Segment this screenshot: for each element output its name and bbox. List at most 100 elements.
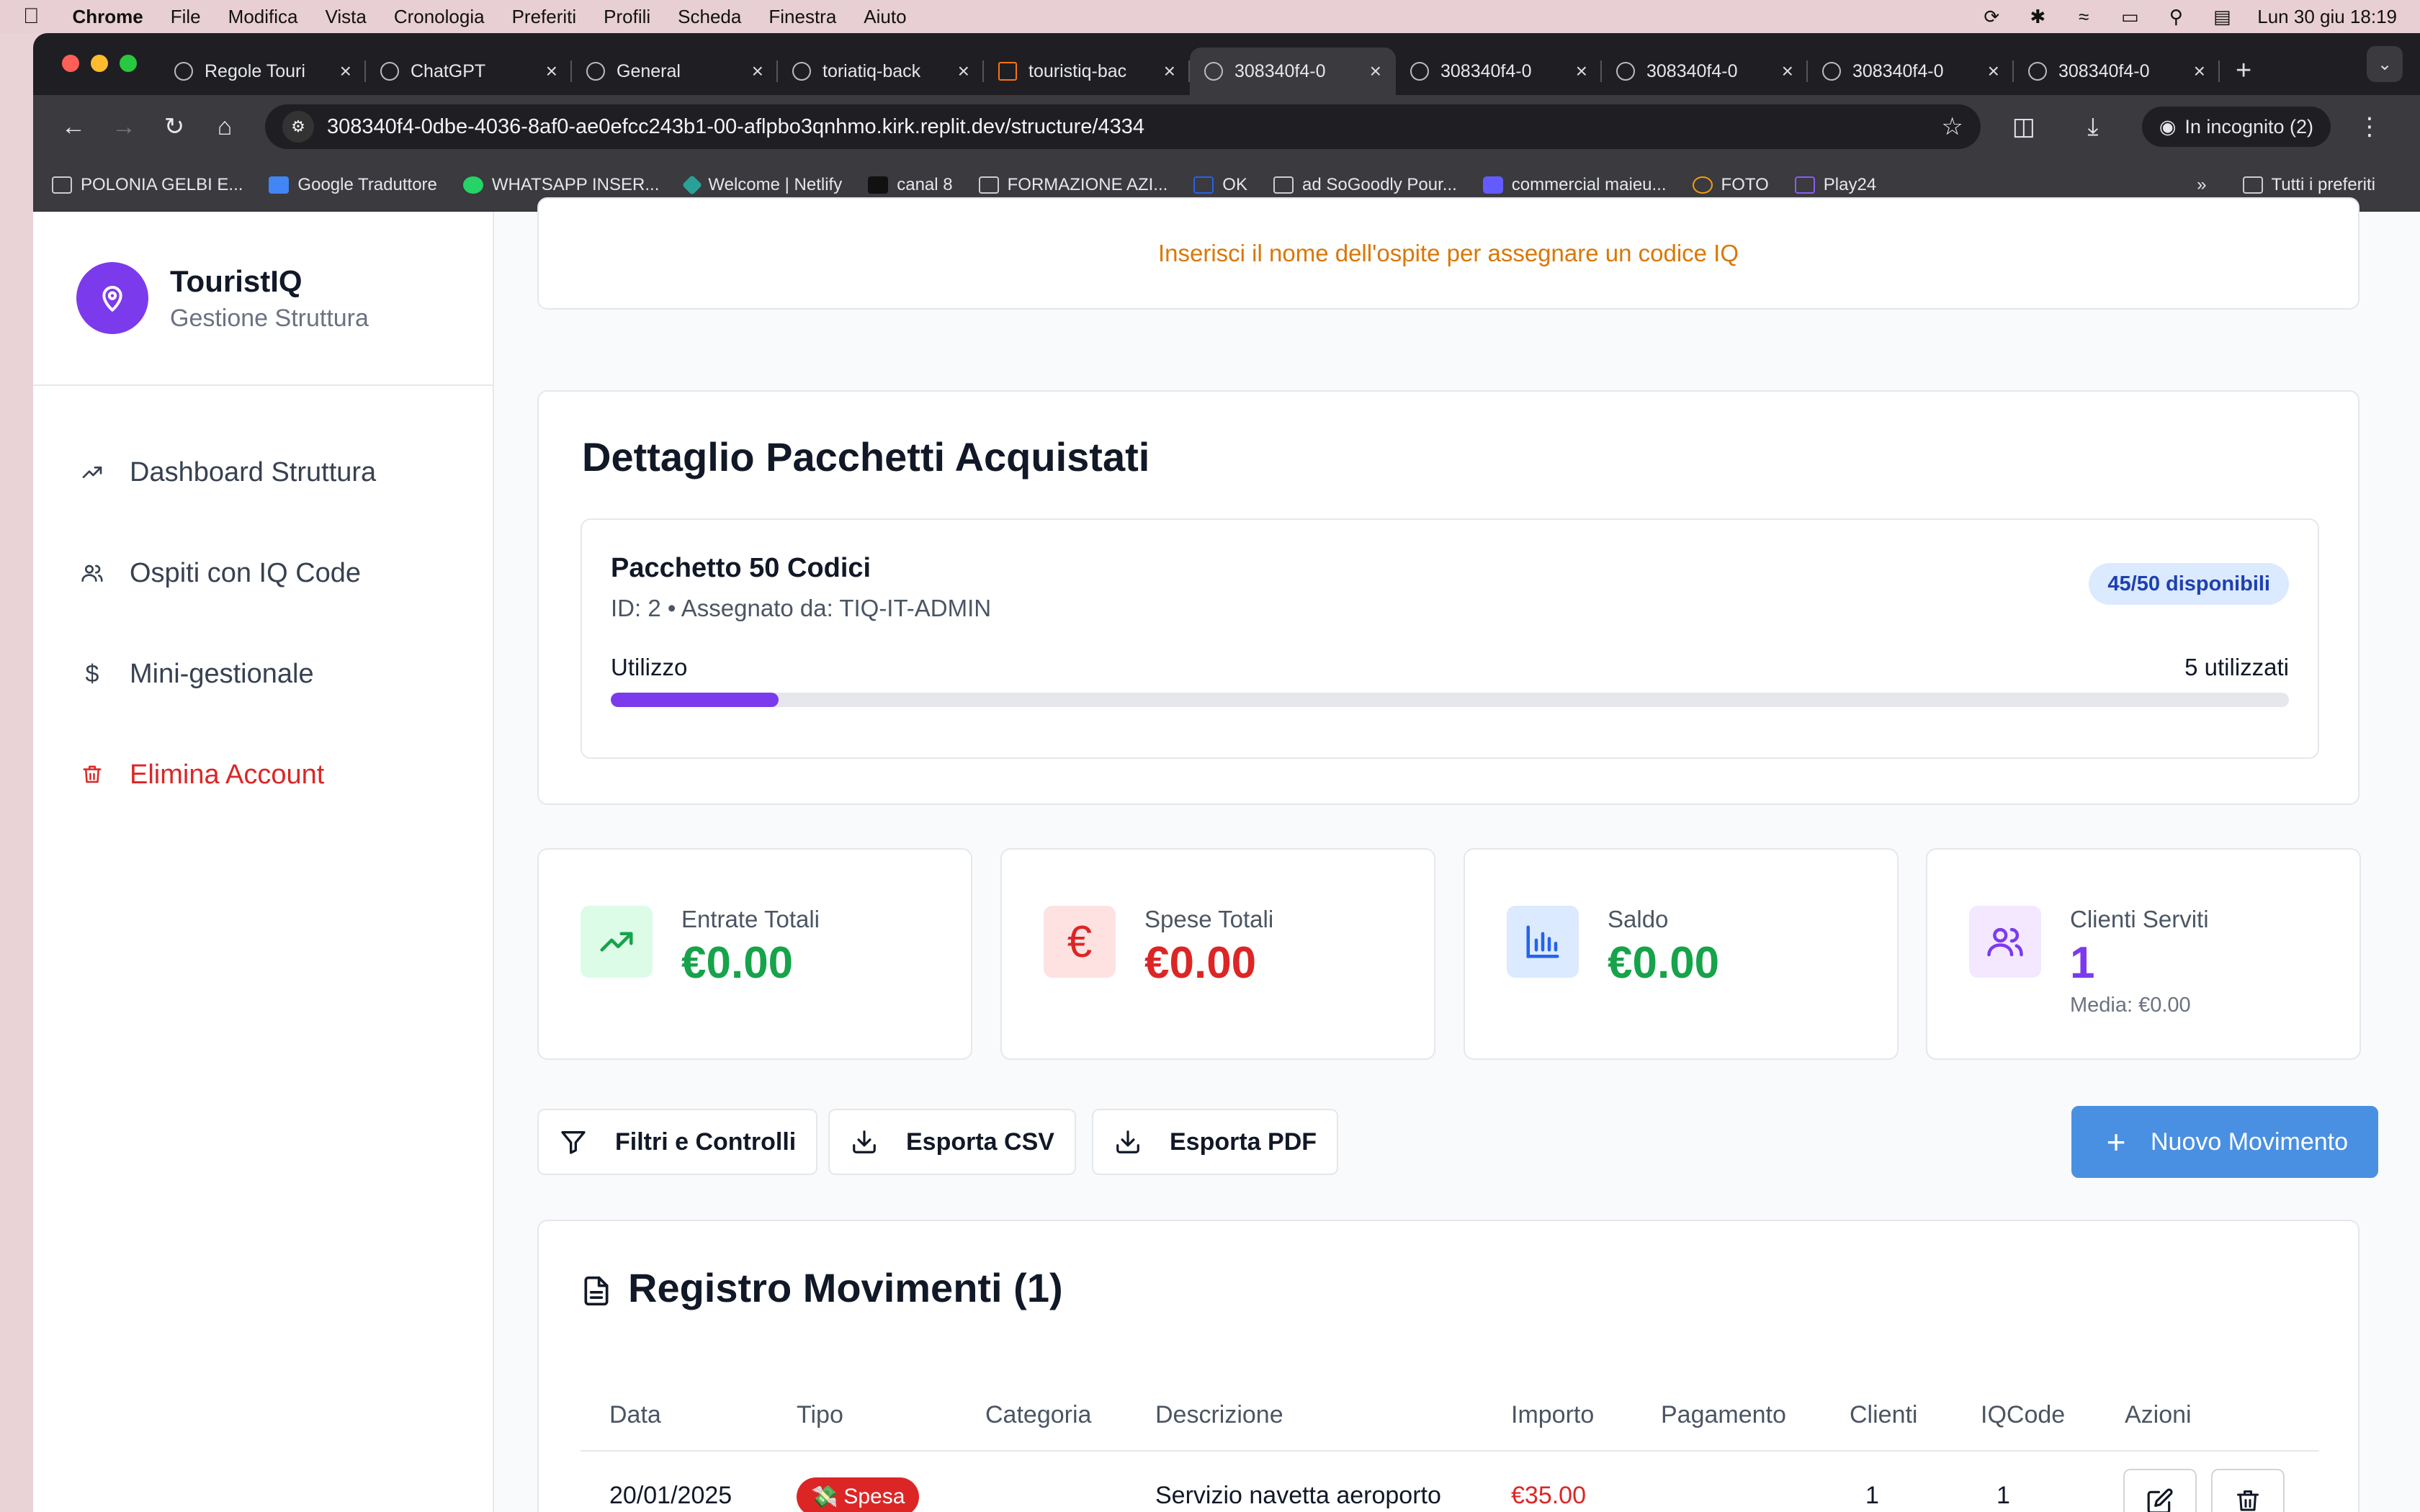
zoom-window-button[interactable]: [120, 55, 137, 72]
tab-close-icon[interactable]: ×: [1782, 60, 1793, 83]
menu-scheda[interactable]: Scheda: [678, 6, 741, 28]
browser-tab[interactable]: toriatiq-back ×: [778, 48, 984, 95]
control-center-icon[interactable]: ▤: [2211, 6, 2233, 27]
menu-app-name[interactable]: Chrome: [73, 6, 143, 28]
bookmark-item[interactable]: POLONIA GELBI E...: [52, 175, 243, 195]
export-csv-button[interactable]: Esporta CSV: [828, 1109, 1076, 1175]
browser-tab[interactable]: 308340f4-0 ×: [1602, 48, 1808, 95]
browser-tab[interactable]: General ×: [572, 48, 778, 95]
menu-preferiti[interactable]: Preferiti: [512, 6, 577, 28]
bookmark-item[interactable]: OK: [1193, 175, 1247, 195]
bookmark-item[interactable]: ad SoGoodly Pour...: [1273, 175, 1457, 195]
tab-close-icon[interactable]: ×: [1988, 60, 1999, 83]
clock[interactable]: Lun 30 giu 18:19: [2257, 6, 2397, 28]
site-settings-icon[interactable]: ⚙: [282, 111, 314, 143]
back-arrow-icon[interactable]: ←: [53, 107, 94, 147]
reload-icon[interactable]: ↻: [154, 107, 194, 147]
delete-button[interactable]: [2211, 1469, 2285, 1512]
browser-tab[interactable]: ChatGPT ×: [366, 48, 572, 95]
column-header[interactable]: Data: [609, 1401, 661, 1429]
bookmark-item[interactable]: FORMAZIONE AZI...: [978, 175, 1168, 195]
apple-icon[interactable]: : [23, 4, 40, 29]
browser-tab[interactable]: 308340f4-0 ×: [1396, 48, 1602, 95]
bookmark-label: Tutti i preferiti: [2271, 174, 2375, 194]
browser-tab[interactable]: 308340f4-0 ×: [2014, 48, 2220, 95]
browser-tab[interactable]: 308340f4-0 ×: [1808, 48, 2014, 95]
bookmark-item[interactable]: Play24: [1794, 175, 1876, 195]
more-bookmarks-chevron-icon[interactable]: »: [2197, 175, 2206, 195]
tab-close-icon[interactable]: ×: [958, 60, 969, 83]
menu-vista[interactable]: Vista: [325, 6, 366, 28]
tab-close-icon[interactable]: ×: [546, 60, 557, 83]
sync-icon[interactable]: ⟳: [1981, 6, 2002, 27]
column-header[interactable]: Pagamento: [1661, 1401, 1786, 1429]
bookmark-item[interactable]: Welcome | Netlify: [682, 174, 842, 195]
new-movement-button[interactable]: + Nuovo Movimento: [2071, 1106, 2379, 1178]
table-row[interactable]: 20/01/2025 💸 Spesa Servizio navetta aero…: [581, 1453, 2319, 1512]
incognito-profile-button[interactable]: ◉ In incognito (2): [2141, 107, 2331, 147]
menu-file[interactable]: File: [171, 6, 201, 28]
google-translate-icon: [269, 176, 290, 194]
sidebar-item-mini-gestionale[interactable]: $ Mini-gestionale: [33, 624, 493, 724]
tab-search-chevron-icon[interactable]: ⌄: [2367, 46, 2403, 82]
tab-favicon-icon: [1204, 62, 1223, 81]
search-icon[interactable]: ⚲: [2165, 6, 2187, 27]
bookmark-item[interactable]: FOTO: [1692, 175, 1769, 195]
filters-button[interactable]: Filtri e Controlli: [537, 1109, 818, 1175]
extensions-icon[interactable]: ◫: [2004, 107, 2044, 147]
menu-finestra[interactable]: Finestra: [768, 6, 836, 28]
browser-tab[interactable]: Regole Touri ×: [160, 48, 366, 95]
menu-cronologia[interactable]: Cronologia: [394, 6, 485, 28]
tab-label: General: [617, 60, 681, 81]
bluetooth-icon[interactable]: ✱: [2027, 6, 2048, 27]
bookmark-item[interactable]: Google Traduttore: [269, 175, 437, 195]
column-header[interactable]: IQCode: [1981, 1401, 2065, 1429]
bookmark-item[interactable]: WHATSAPP INSER...: [462, 175, 659, 195]
cell-iqcode: 1: [1996, 1482, 2010, 1509]
battery-icon[interactable]: ▭: [2119, 6, 2141, 27]
browser-tab[interactable]: touristiq-bac ×: [984, 48, 1190, 95]
tab-close-icon[interactable]: ×: [752, 60, 763, 83]
bookmark-label: canal 8: [897, 174, 953, 194]
tab-close-icon[interactable]: ×: [340, 60, 351, 83]
euro-icon: €: [1044, 906, 1116, 978]
export-pdf-button[interactable]: Esporta PDF: [1092, 1109, 1339, 1175]
edit-button[interactable]: [2123, 1469, 2197, 1512]
sidebar-item-elimina-account[interactable]: Elimina Account: [33, 724, 493, 825]
column-header[interactable]: Descrizione: [1155, 1401, 1283, 1429]
more-menu-icon[interactable]: ⋮: [2349, 107, 2390, 147]
new-tab-icon[interactable]: +: [2236, 55, 2251, 86]
browser-tab-active[interactable]: 308340f4-0 ×: [1190, 48, 1396, 95]
forward-arrow-icon[interactable]: →: [104, 107, 144, 147]
bookmark-item[interactable]: commercial maieu...: [1482, 175, 1667, 195]
menu-aiuto[interactable]: Aiuto: [864, 6, 906, 28]
bar-chart-icon: [1507, 906, 1579, 978]
home-icon[interactable]: ⌂: [205, 107, 245, 147]
wifi-icon[interactable]: ≈: [2073, 6, 2094, 27]
column-header[interactable]: Tipo: [797, 1401, 843, 1429]
map-pin-icon: [76, 262, 148, 334]
bookmark-item[interactable]: canal 8: [868, 174, 953, 195]
tab-favicon-icon: [1410, 62, 1429, 81]
tab-close-icon[interactable]: ×: [1370, 60, 1381, 83]
menu-modifica[interactable]: Modifica: [228, 6, 298, 28]
sidebar-item-dashboard[interactable]: Dashboard Struttura: [33, 422, 493, 523]
column-header[interactable]: Importo: [1511, 1401, 1594, 1429]
tab-close-icon[interactable]: ×: [1164, 60, 1175, 83]
tab-close-icon[interactable]: ×: [1576, 60, 1587, 83]
column-header[interactable]: Categoria: [985, 1401, 1091, 1429]
column-header[interactable]: Clienti: [1850, 1401, 1917, 1429]
download-icon[interactable]: ⤓: [2073, 107, 2113, 147]
bookmark-label: ad SoGoodly Pour...: [1301, 174, 1457, 194]
all-bookmarks-folder[interactable]: Tutti i preferiti: [2242, 174, 2375, 195]
tab-close-icon[interactable]: ×: [2194, 60, 2205, 83]
url-text[interactable]: 308340f4-0dbe-4036-8af0-ae0efcc243b1-00-…: [327, 115, 1144, 139]
close-window-button[interactable]: [62, 55, 79, 72]
sidebar-item-ospiti[interactable]: Ospiti con IQ Code: [33, 523, 493, 624]
bookmark-star-icon[interactable]: ☆: [1941, 112, 1963, 141]
menu-profili[interactable]: Profili: [604, 6, 650, 28]
minimize-window-button[interactable]: [91, 55, 108, 72]
browser-window: Regole Touri × ChatGPT × General × toriatiq…: [33, 33, 2420, 1512]
address-bar[interactable]: ⚙ 308340f4-0dbe-4036-8af0-ae0efcc243b1-0…: [265, 104, 1981, 149]
trash-icon: [2237, 1490, 2259, 1511]
